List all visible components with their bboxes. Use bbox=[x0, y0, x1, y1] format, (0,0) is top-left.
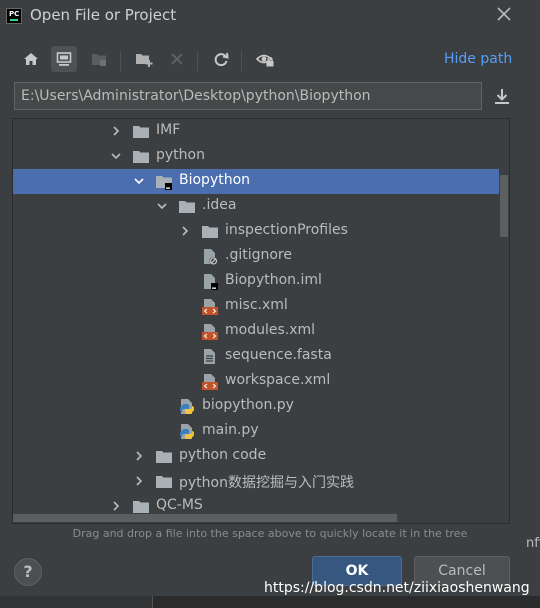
horizontal-scrollbar-thumb[interactable] bbox=[13, 514, 397, 522]
tree-row[interactable]: .gitignore bbox=[13, 244, 499, 269]
background-window-strip bbox=[0, 596, 540, 608]
tree-row-label: biopython.py bbox=[202, 397, 294, 413]
tree-row-label: python bbox=[156, 147, 205, 163]
xml-file-icon bbox=[202, 299, 218, 315]
tree-row-label: python code bbox=[179, 447, 267, 463]
desktop-button[interactable] bbox=[51, 46, 77, 72]
folder-icon bbox=[179, 201, 195, 213]
chevron-right-icon[interactable] bbox=[179, 225, 191, 237]
toolbar-separator bbox=[241, 51, 242, 71]
project-button[interactable] bbox=[86, 46, 112, 72]
chevron-right-icon[interactable] bbox=[133, 475, 145, 487]
toolbar-separator bbox=[120, 51, 121, 71]
python-file-icon bbox=[180, 399, 194, 414]
help-button[interactable]: ? bbox=[14, 558, 42, 586]
folder-icon bbox=[133, 501, 149, 513]
chevron-down-icon[interactable] bbox=[110, 150, 122, 162]
background-text-fragment: nfi bbox=[526, 536, 540, 551]
download-icon[interactable] bbox=[492, 86, 512, 106]
xml-file-icon bbox=[202, 324, 218, 340]
new-folder-icon bbox=[136, 54, 153, 67]
tree-row[interactable]: biopython.py bbox=[13, 394, 499, 419]
tree-row-label: IMF bbox=[156, 122, 181, 138]
folder-icon bbox=[133, 151, 149, 163]
chevron-down-icon[interactable] bbox=[133, 175, 145, 187]
show-hidden-icon bbox=[256, 54, 274, 67]
folder-icon bbox=[202, 226, 218, 238]
chevron-right-icon[interactable] bbox=[133, 450, 145, 462]
tree-row[interactable]: main.py bbox=[13, 419, 499, 444]
tree-row-label: main.py bbox=[202, 422, 259, 438]
text-file-icon bbox=[204, 349, 215, 364]
refresh-button[interactable] bbox=[208, 46, 234, 72]
show-hidden-button[interactable] bbox=[252, 46, 278, 72]
file-tree[interactable]: QC-MS python数据挖掘与入门实践 python code main.py bi… bbox=[12, 118, 510, 524]
tree-row-label: QC-MS bbox=[156, 497, 203, 513]
toolbar-separator bbox=[197, 51, 198, 71]
tree-row-label: .idea bbox=[202, 197, 237, 213]
tree-row[interactable]: Biopython.iml bbox=[13, 269, 499, 294]
close-icon[interactable] bbox=[494, 4, 514, 24]
tree-row[interactable]: python bbox=[13, 144, 499, 169]
tree-row[interactable]: Biopython bbox=[13, 169, 499, 194]
refresh-icon bbox=[214, 52, 229, 67]
desktop-icon bbox=[56, 52, 72, 66]
folder-icon bbox=[156, 451, 172, 463]
tree-row[interactable]: python code bbox=[13, 444, 499, 469]
chevron-down-icon[interactable] bbox=[156, 200, 168, 212]
vertical-scrollbar-thumb[interactable] bbox=[500, 175, 508, 237]
delete-icon bbox=[171, 53, 183, 65]
tree-row-label: modules.xml bbox=[225, 322, 316, 338]
iml-file-icon bbox=[204, 274, 218, 290]
hide-path-link[interactable]: Hide path bbox=[444, 51, 512, 67]
tree-row-label: Biopython bbox=[179, 172, 251, 188]
watermark-text: https://blog.csdn.net/ziixiaoshenwang bbox=[264, 580, 530, 596]
chevron-right-icon[interactable] bbox=[110, 125, 122, 137]
chevron-right-icon[interactable] bbox=[110, 500, 122, 512]
tree-row-label: workspace.xml bbox=[225, 372, 331, 388]
tree-row-label: inspectionProfiles bbox=[225, 222, 348, 238]
tree-row[interactable]: .idea bbox=[13, 194, 499, 219]
home-button[interactable] bbox=[18, 46, 44, 72]
tree-row[interactable]: IMF bbox=[13, 119, 499, 144]
tree-row-label: Biopython.iml bbox=[225, 272, 322, 288]
tree-row-label: misc.xml bbox=[225, 297, 288, 313]
project-folder-icon bbox=[156, 176, 172, 190]
tree-row[interactable]: misc.xml bbox=[13, 294, 499, 319]
window-title: Open File or Project bbox=[30, 6, 177, 24]
title-bar: PC Open File or Project bbox=[0, 0, 540, 32]
delete-button[interactable] bbox=[164, 46, 190, 72]
folder-icon bbox=[133, 126, 149, 138]
tree-row-label: .gitignore bbox=[225, 247, 292, 263]
tree-row[interactable]: sequence.fasta bbox=[13, 344, 499, 369]
project-icon bbox=[92, 54, 106, 66]
ignore-file-icon bbox=[204, 249, 218, 265]
tree-row[interactable]: python数据挖掘与入门实践 bbox=[13, 469, 499, 494]
drag-drop-hint: Drag and drop a file into the space abov… bbox=[72, 527, 468, 540]
tree-row-label: python数据挖掘与入门实践 bbox=[179, 475, 354, 491]
tree-row-label: sequence.fasta bbox=[225, 347, 332, 363]
new-folder-button[interactable] bbox=[131, 46, 157, 72]
python-file-icon bbox=[180, 424, 194, 439]
xml-file-icon bbox=[202, 374, 218, 390]
pycharm-logo-icon: PC bbox=[6, 8, 22, 24]
tree-row[interactable]: workspace.xml bbox=[13, 369, 499, 394]
path-input[interactable] bbox=[14, 82, 482, 110]
tree-row[interactable]: modules.xml bbox=[13, 319, 499, 344]
folder-icon bbox=[156, 476, 172, 488]
home-icon bbox=[24, 53, 38, 65]
tree-row[interactable]: inspectionProfiles bbox=[13, 219, 499, 244]
